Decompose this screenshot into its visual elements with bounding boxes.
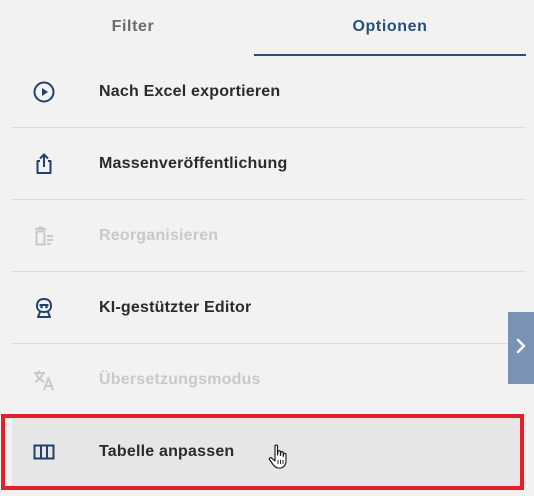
- menu-item-label: Massenveröffentlichung: [99, 155, 288, 172]
- options-panel: Filter Optionen Nach Excel exportieren M…: [0, 0, 534, 496]
- tab-filter[interactable]: Filter: [12, 0, 254, 54]
- options-menu: Nach Excel exportieren Massenveröffentli…: [12, 56, 526, 488]
- play-circle-icon: [32, 80, 56, 104]
- menu-item-label: Nach Excel exportieren: [99, 83, 281, 100]
- tab-bar: Filter Optionen: [12, 0, 526, 56]
- menu-item-label: Übersetzungsmodus: [99, 371, 261, 388]
- chevron-right-icon: [514, 337, 528, 360]
- reorganize-icon: [32, 224, 56, 248]
- menu-item-label: Tabelle anpassen: [99, 443, 235, 460]
- menu-item-label: KI-gestützter Editor: [99, 299, 252, 316]
- menu-item-excel-export[interactable]: Nach Excel exportieren: [12, 56, 526, 128]
- expand-side-panel-button[interactable]: [508, 312, 534, 384]
- menu-item-label: Reorganisieren: [99, 227, 219, 244]
- tab-optionen[interactable]: Optionen: [254, 0, 526, 54]
- menu-item-mass-publish[interactable]: Massenveröffentlichung: [12, 128, 526, 200]
- menu-item-reorganize: Reorganisieren: [12, 200, 526, 272]
- menu-item-ai-editor[interactable]: KI-gestützter Editor: [12, 272, 526, 344]
- menu-item-translation-mode: Übersetzungsmodus: [12, 344, 526, 416]
- menu-item-customize-table[interactable]: Tabelle anpassen: [12, 416, 526, 488]
- share-upload-icon: [32, 152, 56, 176]
- table-columns-icon: [32, 440, 56, 464]
- robot-icon: [32, 296, 56, 320]
- translate-icon: [32, 368, 56, 392]
